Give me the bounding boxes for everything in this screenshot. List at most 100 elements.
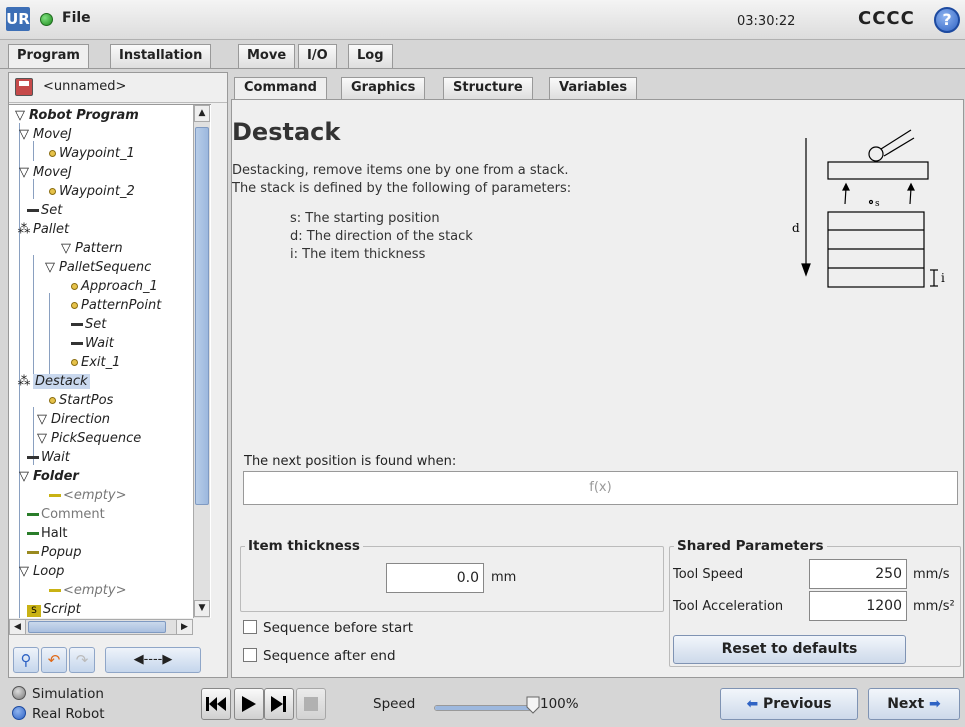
tree-connector bbox=[19, 123, 20, 618]
tree-item-waypoint-1[interactable]: Waypoint_1 bbox=[49, 144, 135, 163]
tree-item-destack[interactable]: ⁂ Destack bbox=[17, 372, 90, 391]
step-icon bbox=[271, 696, 286, 712]
speed-slider-handle[interactable] bbox=[526, 696, 540, 714]
tab-graphics[interactable]: Graphics bbox=[341, 77, 426, 99]
tree-item-empty[interactable]: <empty> bbox=[49, 486, 127, 505]
tree-item-approach[interactable]: Approach_1 bbox=[71, 277, 158, 296]
tree-item-exit[interactable]: Exit_1 bbox=[71, 353, 120, 372]
radio-icon[interactable] bbox=[12, 686, 26, 700]
next-button[interactable]: Next ➡ bbox=[868, 688, 960, 720]
tree-item-movej-2[interactable]: ▽ MoveJ bbox=[17, 163, 72, 182]
tool-speed-field[interactable]: 250 bbox=[809, 559, 907, 589]
tab-installation[interactable]: Installation bbox=[110, 44, 212, 68]
item-thickness-field[interactable]: 0.0 bbox=[386, 563, 484, 593]
tool-acceleration-field[interactable]: 1200 bbox=[809, 591, 907, 621]
gripper-arm bbox=[883, 137, 915, 157]
scrollbar-thumb[interactable] bbox=[28, 621, 166, 633]
gripper-plate bbox=[827, 161, 929, 180]
scroll-left-icon[interactable]: ◀ bbox=[10, 620, 26, 634]
waypoint-icon bbox=[71, 283, 78, 290]
save-icon[interactable] bbox=[15, 78, 33, 96]
gripper-arm bbox=[880, 129, 912, 150]
tree-vertical-scrollbar[interactable]: ▲ ▼ bbox=[193, 105, 210, 618]
undo-icon[interactable]: ↶ bbox=[41, 647, 67, 673]
stop-button[interactable] bbox=[296, 688, 326, 720]
tree-item-empty-2[interactable]: <empty> bbox=[49, 581, 127, 600]
empty-icon bbox=[49, 494, 61, 497]
tree-item-pallet-sequence[interactable]: ▽ PalletSequenc bbox=[43, 258, 151, 277]
program-icon: ▽ bbox=[15, 108, 25, 123]
previous-label: Previous bbox=[763, 696, 832, 712]
tree-item-folder[interactable]: ▽ Folder bbox=[17, 467, 79, 486]
empty-icon bbox=[49, 589, 61, 592]
tree-item-loop[interactable]: ▽ Loop bbox=[17, 562, 64, 581]
scroll-right-icon[interactable]: ▶ bbox=[176, 620, 192, 634]
tool-acceleration-unit: mm/s² bbox=[913, 599, 955, 614]
tree-item-pallet[interactable]: ⁂ Pallet bbox=[17, 220, 70, 239]
tab-variables[interactable]: Variables bbox=[549, 77, 638, 99]
file-menu[interactable]: File bbox=[62, 10, 91, 26]
search-icon[interactable]: ⚲ bbox=[13, 647, 39, 673]
arrow-right-icon: ➡ bbox=[924, 696, 941, 712]
halt-icon bbox=[27, 532, 39, 535]
expression-input[interactable]: f(x) bbox=[243, 471, 958, 505]
move-node-button[interactable]: ◀----▶ bbox=[105, 647, 201, 673]
tree-item-comment[interactable]: Comment bbox=[27, 505, 105, 524]
sequence-after-end-checkbox[interactable]: Sequence after end bbox=[243, 648, 396, 666]
checkbox-box[interactable] bbox=[243, 648, 257, 662]
tree-item-robot-program[interactable]: ▽ Robot Program bbox=[13, 106, 139, 125]
tree-item-pattern-point[interactable]: PatternPoint bbox=[71, 296, 161, 315]
tree-connector bbox=[33, 255, 34, 385]
previous-button[interactable]: ⬅ Previous bbox=[720, 688, 858, 720]
speed-slider[interactable] bbox=[434, 705, 532, 711]
tree-item-script[interactable]: S Script bbox=[27, 600, 81, 618]
checkbox-box[interactable] bbox=[243, 620, 257, 634]
tree-connector bbox=[33, 179, 34, 199]
tree-item-pick-sequence[interactable]: ▽ PickSequence bbox=[35, 429, 141, 448]
robot-name: CCCC bbox=[858, 8, 915, 29]
tab-io[interactable]: I/O bbox=[298, 44, 337, 68]
tree-item-set-2[interactable]: Set bbox=[71, 315, 106, 334]
tree-item-pattern[interactable]: ▽ Pattern bbox=[59, 239, 123, 258]
direction-arrow-icon bbox=[801, 263, 811, 277]
start-point-marker bbox=[868, 199, 874, 205]
program-tree[interactable]: ▽ Robot Program ▽ MoveJ Waypoint_1 ▽ MoveJ … bbox=[9, 104, 211, 618]
tab-program[interactable]: Program bbox=[8, 44, 89, 69]
play-button[interactable] bbox=[234, 688, 264, 720]
simulation-radio[interactable]: Simulation bbox=[12, 686, 104, 702]
page-title: Destack bbox=[232, 118, 341, 146]
scroll-up-icon[interactable]: ▲ bbox=[194, 105, 210, 122]
scroll-down-icon[interactable]: ▼ bbox=[194, 600, 210, 617]
wait-icon bbox=[27, 456, 39, 459]
folder-icon: ▽ bbox=[19, 469, 29, 484]
sequence-before-start-checkbox[interactable]: Sequence before start bbox=[243, 620, 413, 638]
direction-icon: ▽ bbox=[37, 412, 47, 427]
tab-structure[interactable]: Structure bbox=[443, 77, 533, 99]
reset-defaults-button[interactable]: Reset to defaults bbox=[673, 635, 906, 664]
tree-item-halt[interactable]: Halt bbox=[27, 524, 67, 543]
tree-item-popup[interactable]: Popup bbox=[27, 543, 82, 562]
tree-item-startpos[interactable]: StartPos bbox=[49, 391, 113, 410]
speed-value: 100% bbox=[540, 696, 579, 712]
tab-move[interactable]: Move bbox=[238, 44, 296, 68]
tree-item-movej-1[interactable]: ▽ MoveJ bbox=[17, 125, 72, 144]
diagram-label-i: i bbox=[941, 271, 945, 285]
gripper-joint bbox=[868, 146, 884, 162]
real-robot-radio[interactable]: Real Robot bbox=[12, 706, 105, 722]
tree-horizontal-scrollbar[interactable]: ◀ ▶ bbox=[9, 619, 193, 635]
tree-item-waypoint-2[interactable]: Waypoint_2 bbox=[49, 182, 135, 201]
skip-back-button[interactable] bbox=[201, 688, 231, 720]
tree-item-direction[interactable]: ▽ Direction bbox=[35, 410, 110, 429]
redo-icon[interactable]: ↷ bbox=[69, 647, 95, 673]
arrow-left-icon: ⬅ bbox=[746, 696, 764, 712]
wait-icon bbox=[71, 342, 83, 345]
tab-command[interactable]: Command bbox=[234, 77, 327, 100]
scrollbar-thumb[interactable] bbox=[195, 127, 209, 505]
step-button[interactable] bbox=[264, 688, 294, 720]
tree-item-wait-2[interactable]: Wait bbox=[27, 448, 70, 467]
tab-log[interactable]: Log bbox=[348, 44, 393, 68]
radio-icon[interactable] bbox=[12, 706, 26, 720]
tree-item-set[interactable]: Set bbox=[27, 201, 62, 220]
help-icon[interactable]: ? bbox=[934, 7, 960, 33]
tree-item-wait[interactable]: Wait bbox=[71, 334, 114, 353]
